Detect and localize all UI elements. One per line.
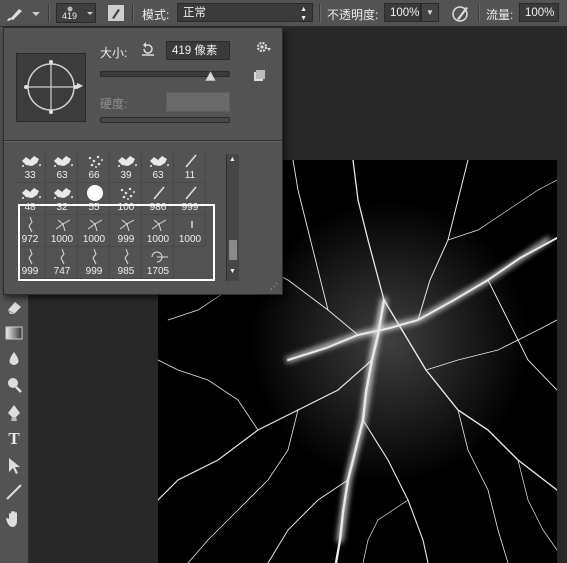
brush-preset-size: 986	[149, 202, 167, 213]
brush-preset-size: 999	[21, 266, 39, 277]
brush-preset-item[interactable]: 747	[47, 247, 78, 279]
brush-tool-icon[interactable]	[4, 3, 44, 23]
brush-preset-size: 999	[117, 234, 135, 245]
brush-angle-preview[interactable]	[16, 53, 86, 122]
eraser-icon[interactable]	[0, 295, 28, 319]
brush-preset-item[interactable]: 1000	[143, 215, 174, 247]
brush-preset-size: 33	[24, 170, 36, 181]
type-icon[interactable]: T	[0, 427, 28, 451]
brush-preset-size: 1000	[82, 234, 106, 245]
flow-label: 流量:	[486, 8, 514, 22]
brush-preset-size: 11	[184, 170, 196, 181]
blur-icon[interactable]	[0, 347, 28, 371]
brush-preset-item[interactable]: 39	[111, 151, 142, 183]
brush-preset-size: 985	[117, 266, 135, 277]
options-bar: 419 模式: 正常 ▲ ▼ 不透明度: 100% ▼ 流量: 100%	[0, 0, 567, 27]
brush-preset-item[interactable]: 985	[111, 247, 142, 279]
presets-scrollbar[interactable]: ▲ ▼	[226, 154, 239, 281]
brush-preset-size: 999	[85, 266, 103, 277]
brush-preset-size: 48	[24, 202, 36, 213]
brush-preset-item[interactable]: 1000	[47, 215, 78, 247]
pen-icon[interactable]	[0, 401, 28, 425]
brush-preset-size: 1000	[50, 234, 74, 245]
brush-preset-item[interactable]: 66	[79, 151, 110, 183]
brush-preset-size: 39	[120, 170, 132, 181]
hand-icon[interactable]	[0, 507, 28, 531]
scroll-up-icon[interactable]: ▲	[229, 156, 236, 163]
brush-preset-item[interactable]: 11	[175, 151, 206, 183]
brush-preset-picker-popup: ▶ 大小: 419 像素 硬度: 33 63 66 39 63 11 48 32 55 100 98…	[3, 27, 283, 295]
hardness-slider	[100, 117, 230, 123]
brush-presets-grid: 33 63 66 39 63 11 48 32 55 100 986 999 972 1000 1000 99…	[15, 151, 225, 279]
flow-input[interactable]: 100%	[519, 3, 559, 22]
brush-preset-item[interactable]: 1000	[175, 215, 206, 247]
size-input[interactable]: 419 像素	[166, 41, 230, 60]
brush-preset-size: 32	[56, 202, 68, 213]
brush-preset-size: 972	[21, 234, 39, 245]
brush-preset-item[interactable]: 972	[15, 215, 46, 247]
scroll-thumb[interactable]	[229, 240, 237, 260]
select-arrows-icon: ▲ ▼	[300, 6, 307, 22]
brush-preset-size: 66	[88, 170, 100, 181]
hardness-input	[166, 92, 230, 112]
brush-preset-size: 55	[88, 202, 100, 213]
preview-pointer-icon: ▶	[77, 81, 84, 90]
brush-preset-item[interactable]: 32	[47, 183, 78, 215]
brush-preset-item[interactable]: 100	[111, 183, 142, 215]
brush-preset-size: 999	[181, 202, 199, 213]
brush-panel-toggle-icon[interactable]	[106, 3, 126, 23]
brush-preset-item[interactable]: 55	[79, 183, 110, 215]
brush-preset-item[interactable]: 33	[15, 151, 46, 183]
brush-preset-picker[interactable]: 419	[56, 3, 96, 23]
brush-preset-item[interactable]: 999	[79, 247, 110, 279]
mode-label: 模式:	[142, 8, 170, 22]
size-slider-thumb[interactable]	[204, 70, 217, 84]
brush-preset-item[interactable]: 999	[175, 183, 206, 215]
reset-size-icon[interactable]	[141, 42, 155, 59]
scroll-down-icon[interactable]: ▼	[229, 268, 236, 275]
brush-preset-item[interactable]: 1705	[143, 247, 174, 279]
brush-preset-size: 1000	[146, 234, 170, 245]
opacity-dropdown-button[interactable]: ▼	[421, 3, 439, 22]
mode-value: 正常	[183, 7, 206, 19]
brush-preset-item[interactable]: 48	[15, 183, 46, 215]
brush-preset-item[interactable]: 1000	[79, 215, 110, 247]
pressure-opacity-icon[interactable]	[450, 3, 472, 23]
brush-preset-size: 100	[117, 202, 135, 213]
brush-preset-item[interactable]: 999	[111, 215, 142, 247]
mode-select[interactable]: 正常 ▲ ▼	[177, 3, 313, 22]
brush-preset-item[interactable]: 986	[143, 183, 174, 215]
brush-preset-item[interactable]: 999	[15, 247, 46, 279]
opacity-label: 不透明度:	[327, 8, 379, 22]
new-preset-icon[interactable]	[254, 70, 265, 84]
brush-preset-size: 747	[53, 266, 71, 277]
line-icon[interactable]	[0, 480, 28, 504]
hardness-label: 硬度:	[100, 97, 128, 111]
path-select-icon[interactable]	[0, 454, 28, 478]
brush-preset-item[interactable]: 63	[143, 151, 174, 183]
brush-preset-size: 63	[56, 170, 68, 181]
opacity-input[interactable]: 100%	[384, 3, 421, 22]
brush-preset-size: 1705	[146, 266, 170, 277]
brush-preset-size: 63	[152, 170, 164, 181]
brush-preset-item[interactable]: 63	[47, 151, 78, 183]
gradient-icon[interactable]	[0, 321, 28, 345]
panel-menu-gear-icon[interactable]	[256, 40, 272, 57]
dodge-icon[interactable]	[0, 373, 28, 397]
resize-grip-icon[interactable]: ⋰	[270, 282, 278, 291]
size-label: 大小:	[100, 46, 128, 60]
brush-preset-size: 1000	[178, 234, 202, 245]
